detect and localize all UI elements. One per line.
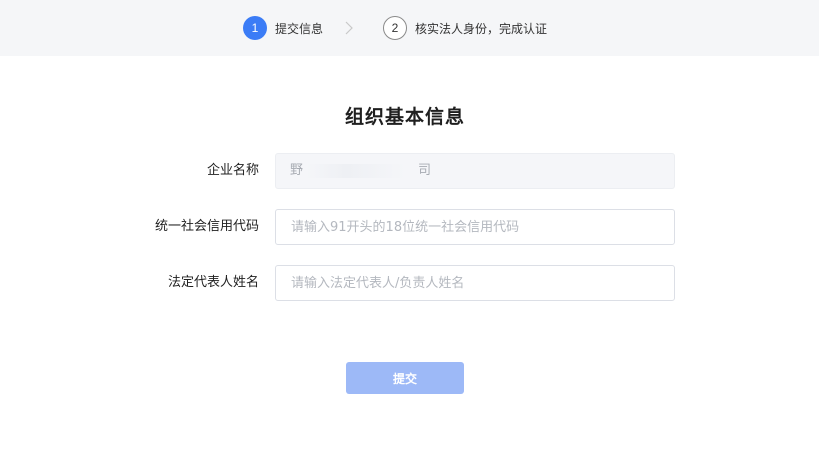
company-name-input <box>275 153 675 189</box>
company-name-label: 企业名称 <box>206 163 259 178</box>
step-verify-legal-person: 2 核实法人身份，完成认证 <box>383 16 547 40</box>
form-row-credit-code: 统一社会信用代码 <box>0 209 819 245</box>
form-row-legal-representative: 法定代表人姓名 <box>0 265 819 301</box>
step-number-badge: 2 <box>383 16 407 40</box>
step-number-badge: 1 <box>243 16 267 40</box>
step-label: 核实法人身份，完成认证 <box>415 21 548 36</box>
stepper-bar: 1 提交信息 2 核实法人身份，完成认证 <box>0 0 819 56</box>
credit-code-input[interactable] <box>275 209 675 245</box>
chevron-right-icon <box>345 21 355 35</box>
legal-representative-label: 法定代表人姓名 <box>167 275 259 290</box>
form-title: 组织基本信息 <box>344 106 465 128</box>
step-submit-info: 1 提交信息 <box>243 16 323 40</box>
credit-code-label: 统一社会信用代码 <box>154 219 259 234</box>
legal-representative-input[interactable] <box>275 265 675 301</box>
step-label: 提交信息 <box>275 21 324 36</box>
form-row-company-name: 企业名称 野 司 <box>0 153 819 189</box>
submit-button[interactable]: 提交 <box>346 362 464 394</box>
